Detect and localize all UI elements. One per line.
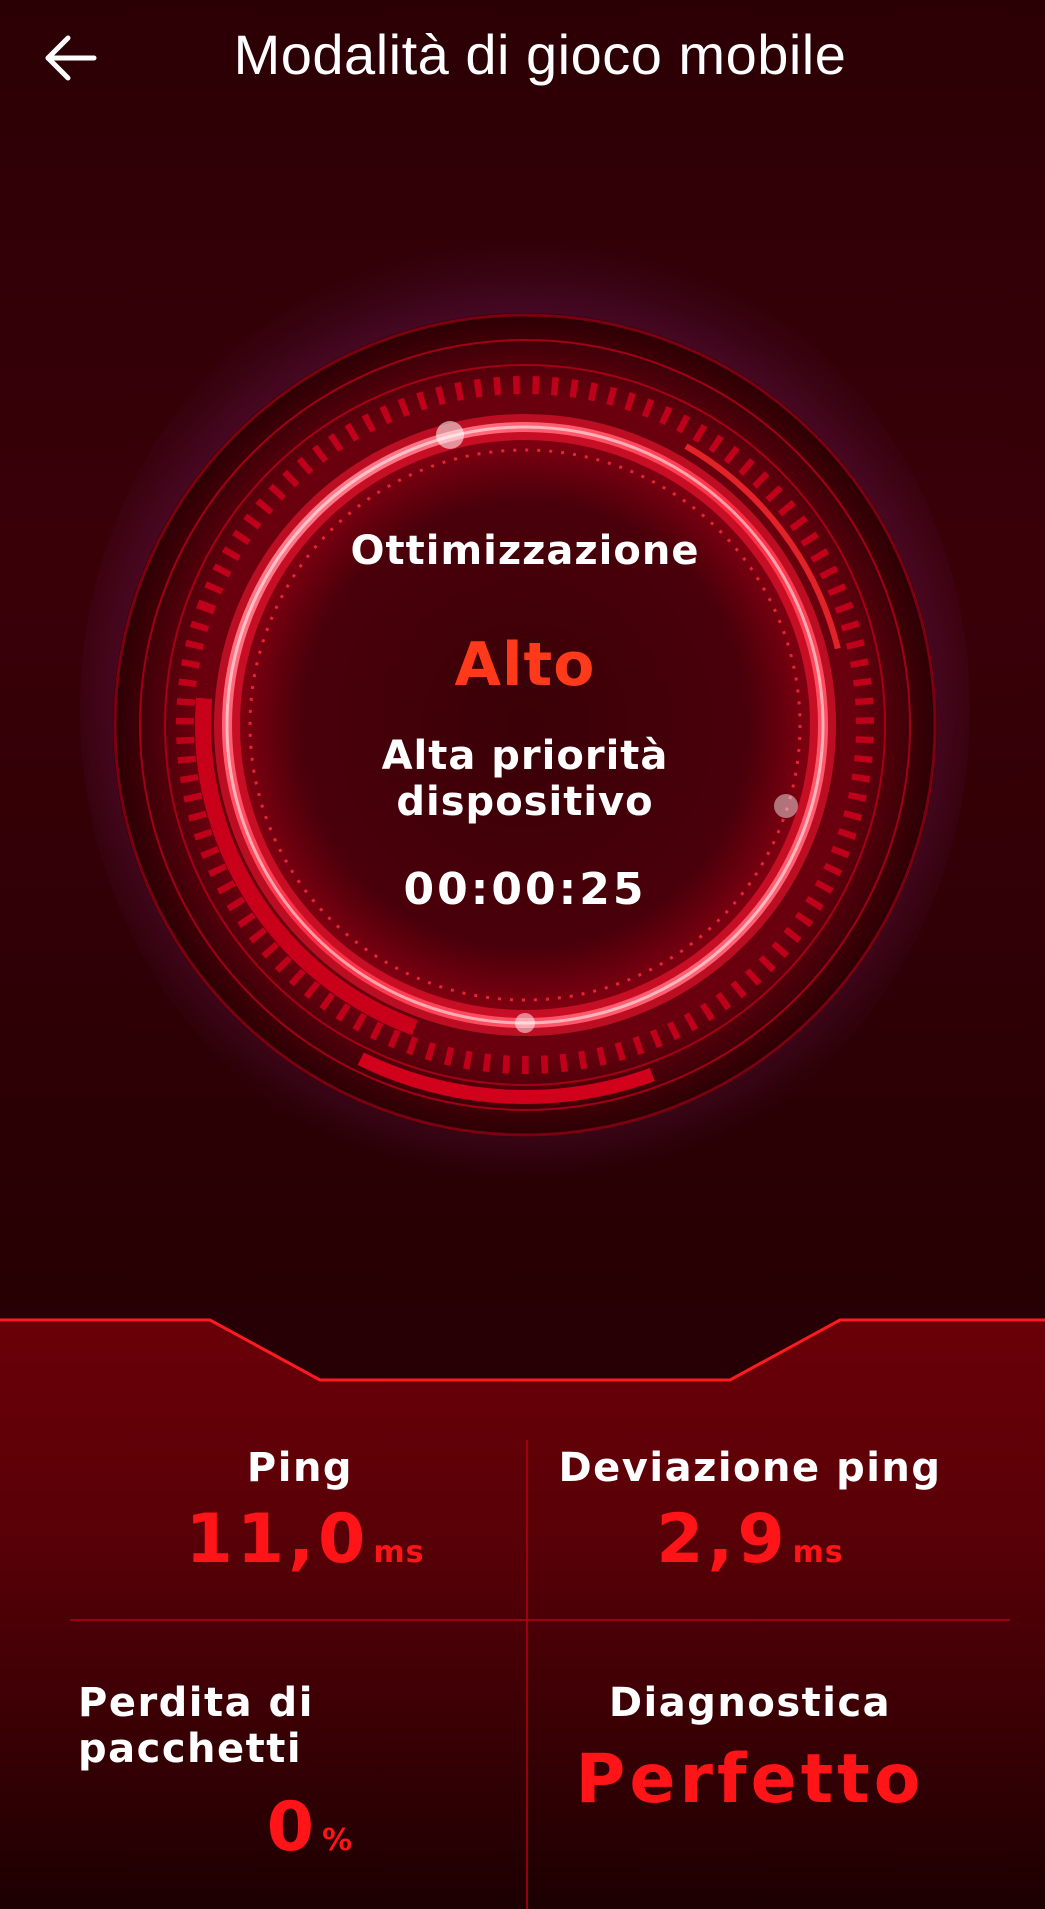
game-mode-screen: Modalità di gioco mobile Ottimizzazione … [0, 0, 1045, 1909]
ping-deviation-number: 2,9 [656, 1500, 789, 1579]
top-bar: Modalità di gioco mobile [0, 0, 1045, 120]
arrow-left-icon [45, 35, 97, 81]
description-line-2: dispositivo [396, 779, 654, 825]
diagnostics-result: Perfetto [575, 1740, 925, 1819]
packet-loss-unit: % [322, 1823, 354, 1858]
diagnostics-value: Perfetto [555, 1740, 945, 1819]
stats-panel: Ping 11,0 ms Deviazione ping 2,9 ms Perdit… [0, 1310, 1045, 1909]
ping-number: 11,0 [185, 1500, 370, 1579]
ping-title: Ping [246, 1445, 354, 1491]
description-line-1: Alta priorità [381, 733, 669, 779]
packet-loss-number: 0 [266, 1788, 319, 1867]
packet-loss-value: 0% [210, 1788, 410, 1867]
packet-loss-title-line-2: pacchetti [78, 1726, 303, 1772]
ping-deviation-unit: ms [792, 1535, 844, 1570]
optimization-level: Alto [454, 630, 596, 700]
ping-value: 11,0 ms [140, 1500, 470, 1579]
optimization-label: Ottimizzazione [350, 528, 700, 574]
packet-loss-title-line-1: Perdita di [78, 1680, 314, 1726]
ping-deviation-title: Deviazione ping [558, 1445, 942, 1491]
packet-loss-title: Perdita di pacchetti [78, 1680, 438, 1772]
page-title: Modalità di gioco mobile [233, 23, 847, 86]
optimization-gauge [113, 313, 937, 1137]
diagnostics-title: Diagnostica [608, 1680, 892, 1726]
optimization-description: Alta priorità dispositivo [175, 733, 875, 825]
panel-frame [0, 1318, 1045, 1909]
optimization-timer: 00:00:25 [403, 864, 647, 915]
back-button[interactable] [36, 26, 106, 90]
ping-deviation-value: 2,9 ms [590, 1500, 910, 1579]
ping-unit: ms [373, 1535, 425, 1570]
